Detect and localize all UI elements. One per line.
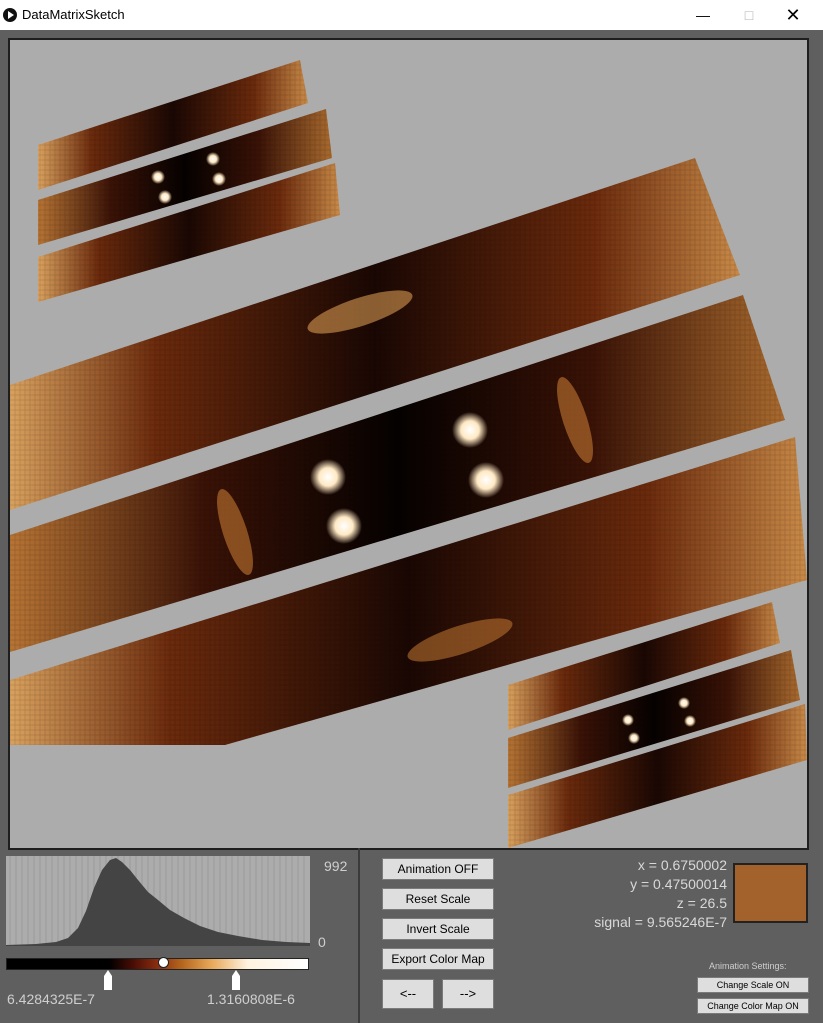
invert-scale-button[interactable]: Invert Scale [382, 918, 494, 940]
readout-signal: signal = 9.565246E-7 [594, 914, 727, 930]
data-matrix-canvas[interactable] [8, 38, 809, 850]
minimize-button[interactable]: — [680, 0, 726, 30]
animation-settings-label: Animation Settings: [709, 961, 787, 971]
scale-max-handle[interactable] [232, 970, 240, 990]
thumbnail-top-left [38, 60, 340, 302]
animation-toggle-button[interactable]: Animation OFF [382, 858, 494, 880]
reset-scale-button[interactable]: Reset Scale [382, 888, 494, 910]
app-icon [3, 8, 17, 22]
change-scale-toggle[interactable]: Change Scale ON [697, 977, 809, 993]
data-matrix-plot [10, 60, 807, 848]
signal-color-swatch [733, 863, 808, 923]
readout-y: y = 0.47500014 [630, 876, 727, 892]
previous-button[interactable]: <-- [382, 979, 434, 1009]
close-button[interactable]: ✕ [770, 0, 816, 30]
change-color-map-toggle[interactable]: Change Color Map ON [697, 998, 809, 1014]
histogram-min-count: 0 [318, 934, 326, 950]
scale-min-handle[interactable] [104, 970, 112, 990]
export-color-map-button[interactable]: Export Color Map [382, 948, 494, 970]
scale-mid-handle[interactable] [158, 957, 169, 968]
panel-divider [358, 848, 360, 1023]
scale-max-value: 1.3160808E-6 [207, 991, 295, 1007]
title-bar: DataMatrixSketch — □ ✕ [0, 0, 823, 30]
maximize-button[interactable]: □ [726, 0, 772, 30]
histogram-max-count: 992 [324, 858, 348, 874]
histogram-plot [6, 856, 310, 946]
readout-x: x = 0.6750002 [637, 857, 727, 873]
readout-z: z = 26.5 [676, 895, 727, 911]
scale-min-value: 6.4284325E-7 [7, 991, 95, 1007]
histogram-panel[interactable] [6, 856, 310, 946]
window-title: DataMatrixSketch [22, 7, 125, 22]
next-button[interactable]: --> [442, 979, 494, 1009]
